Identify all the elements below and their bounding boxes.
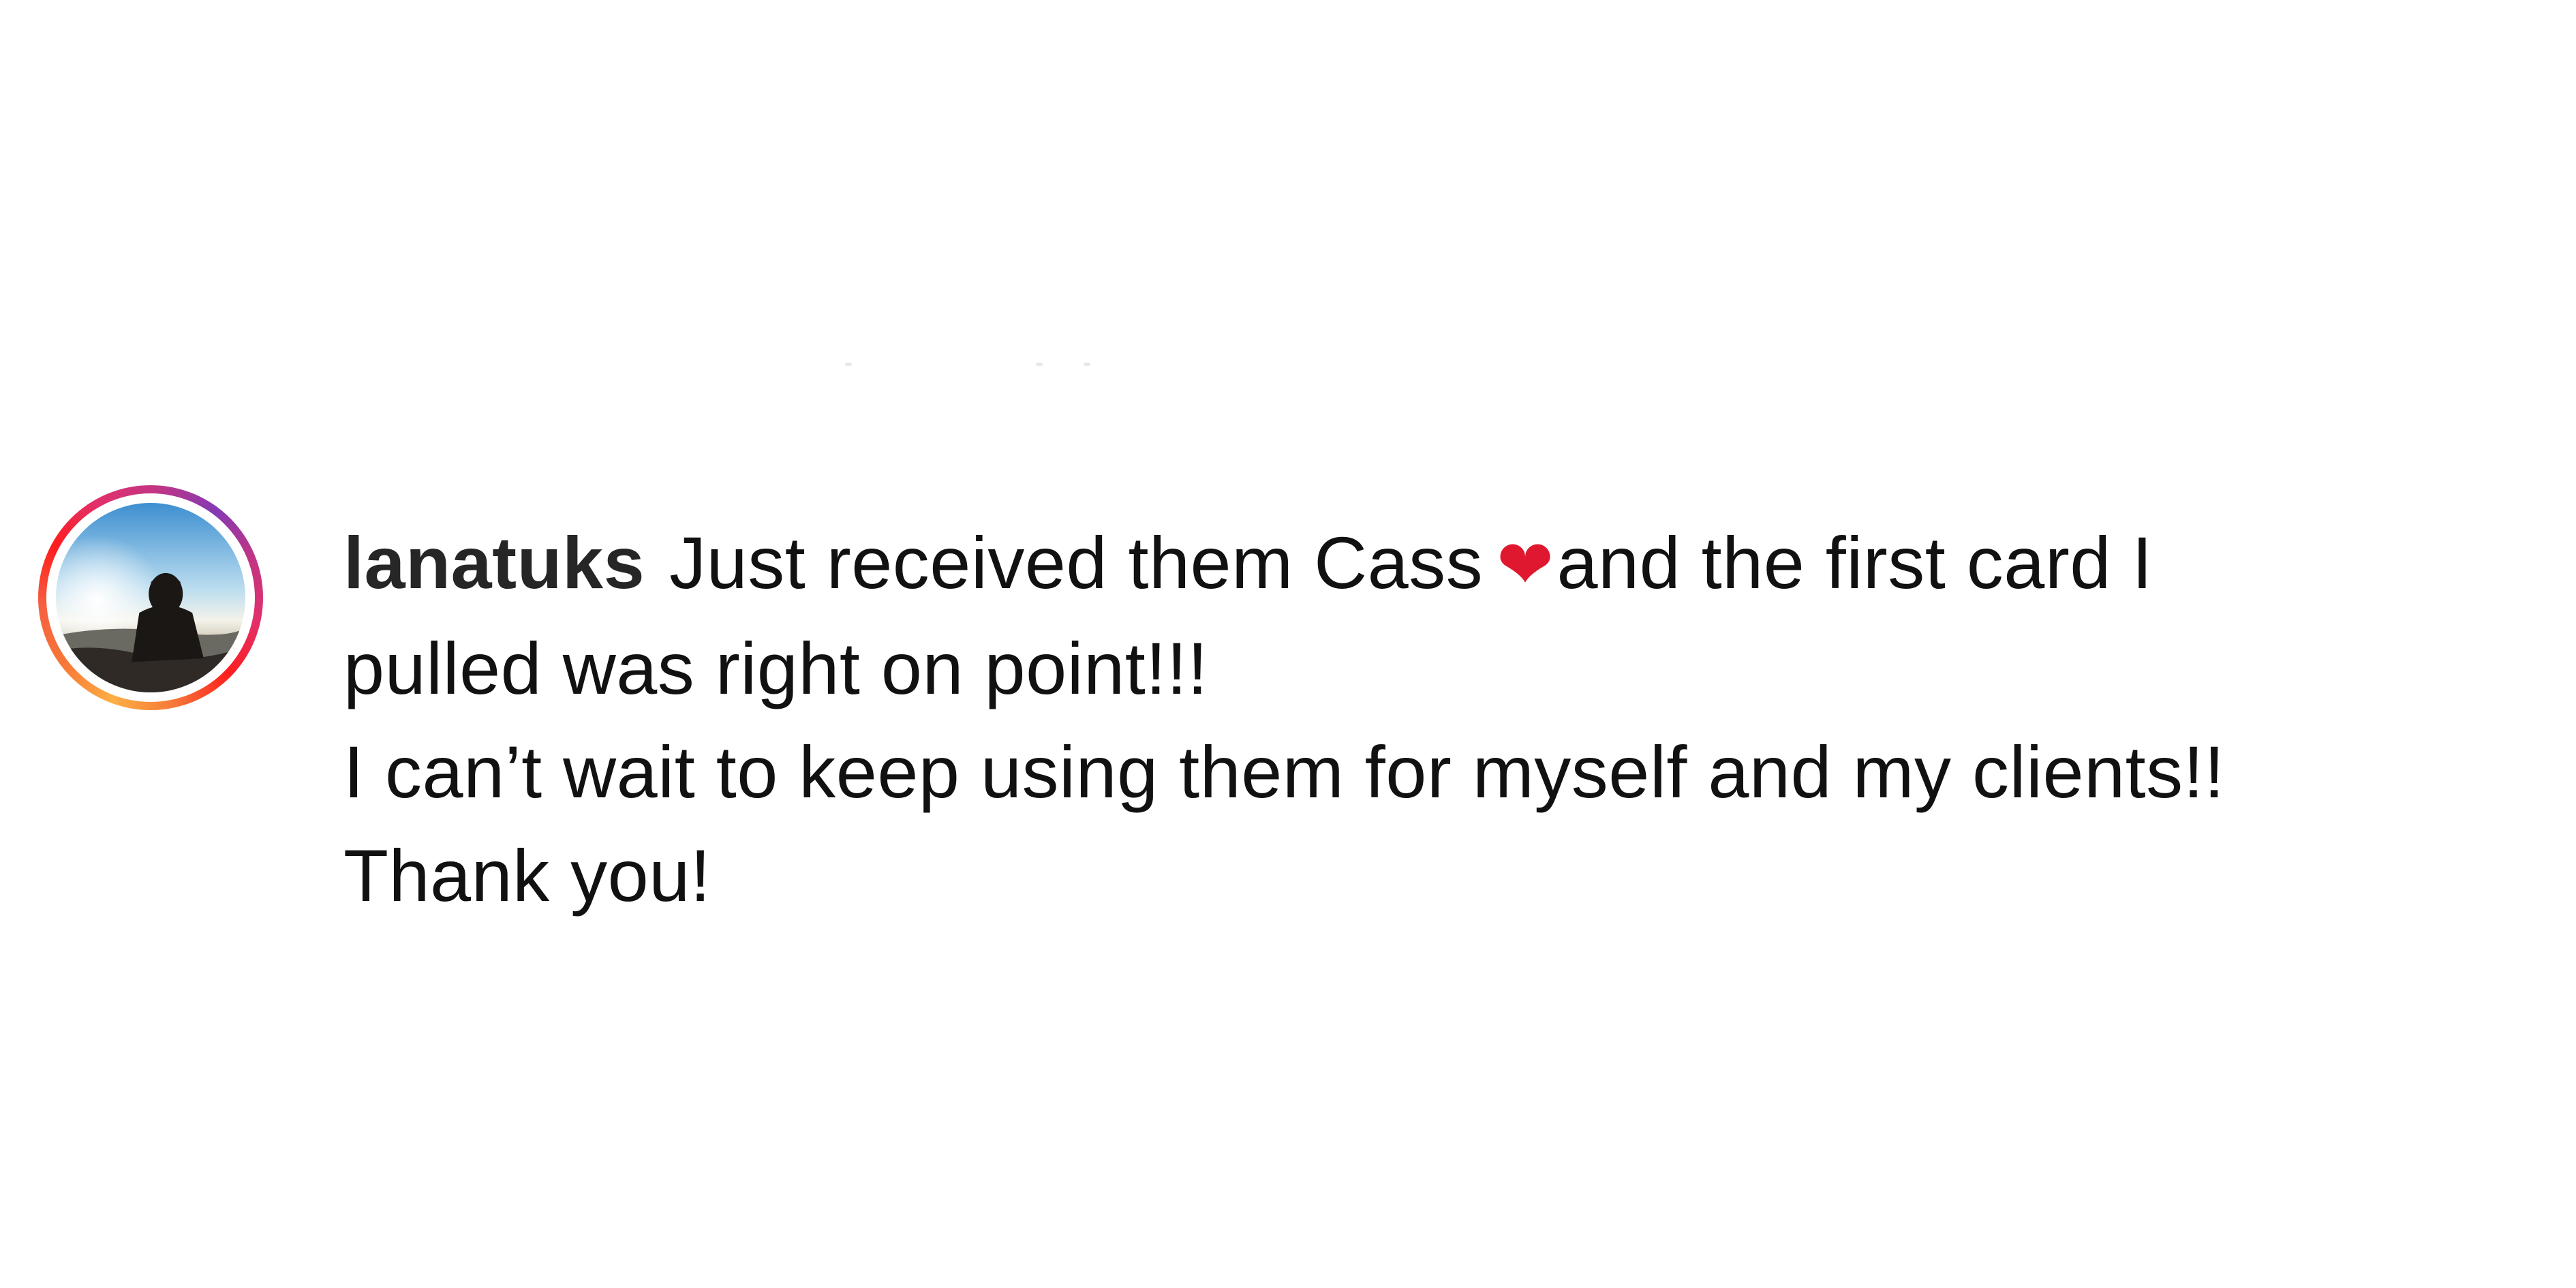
story-ring[interactable] xyxy=(38,485,263,710)
comment-line-2: pulled was right on point!!! xyxy=(343,627,1208,709)
comment-body: lanatuks Just received them Cass ❤and the … xyxy=(343,511,2576,927)
comment-text-part-1: Just received them Cass xyxy=(669,521,1484,604)
comment-line-4: Thank you! xyxy=(343,834,711,917)
comment-line-3: I can’t wait to keep using them for myse… xyxy=(343,731,2225,813)
heart-emoji-icon: ❤ xyxy=(1497,525,1554,604)
username-link[interactable]: lanatuks xyxy=(343,521,645,604)
avatar-frame xyxy=(46,493,255,702)
comment-line-1: lanatuks Just received them Cass ❤and the … xyxy=(343,511,2576,617)
avatar[interactable] xyxy=(56,503,245,692)
comment-text-part-2: and the first card I xyxy=(1557,521,2153,604)
comment: lanatuks Just received them Cass ❤and the … xyxy=(38,485,2576,927)
